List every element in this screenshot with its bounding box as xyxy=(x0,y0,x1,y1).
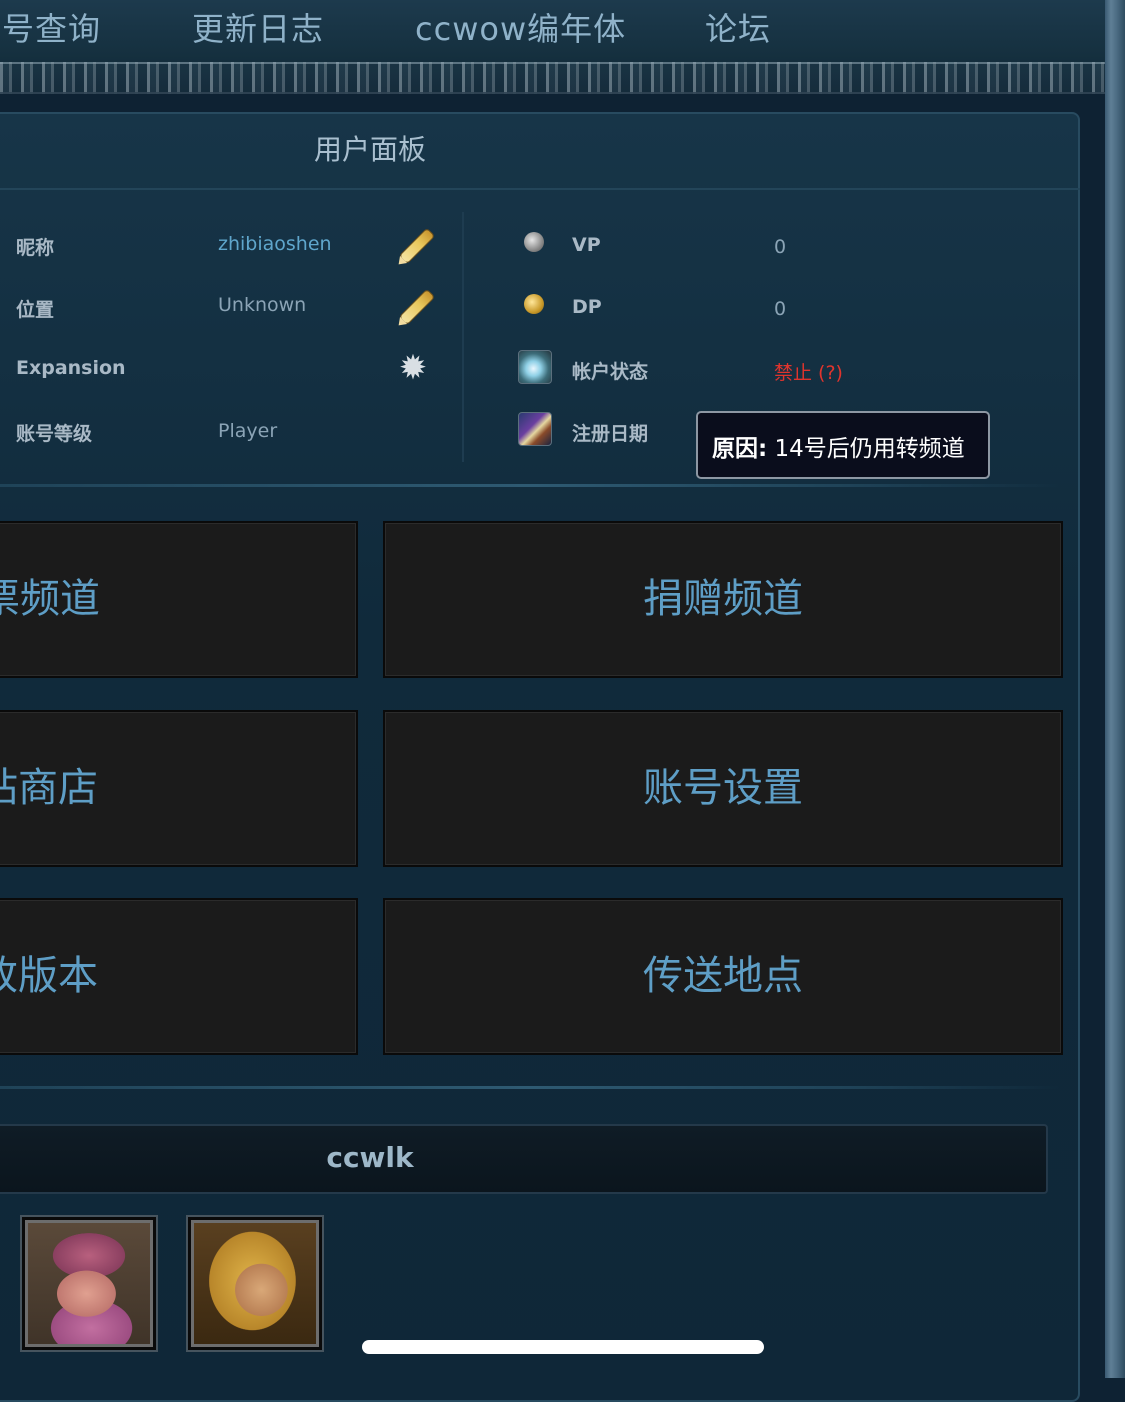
account-status-label: 帐户状态 xyxy=(572,361,649,383)
nav-item-changelog[interactable]: 更新日志 xyxy=(192,4,324,50)
vp-label: VP xyxy=(572,234,601,256)
frost-border xyxy=(0,62,1105,94)
gear-icon[interactable]: ✹ xyxy=(398,351,428,385)
gold-coin-icon xyxy=(524,294,544,314)
nickname-label: 昵称 xyxy=(16,237,55,259)
panel-title: 用户面板 xyxy=(313,133,426,166)
panel-header-divider xyxy=(0,188,1080,190)
silver-coin-icon xyxy=(524,232,544,252)
location-value: Unknown xyxy=(218,294,307,316)
site-shop-button[interactable]: 站商店 xyxy=(0,710,358,867)
vp-value: 0 xyxy=(774,236,787,258)
nickname-value[interactable]: zhibiaoshen xyxy=(218,233,332,255)
register-date-icon xyxy=(518,412,552,446)
dp-label: DP xyxy=(572,296,602,318)
nav-item-chronicle[interactable]: ccwow编年体 xyxy=(415,4,626,50)
vote-channel-label: 票频道 xyxy=(0,576,100,622)
tooltip-text: 14号后仍用转频道 xyxy=(767,436,965,462)
vote-channel-button[interactable]: 票频道 xyxy=(0,521,358,678)
background-edge xyxy=(1105,0,1125,1378)
donate-channel-button[interactable]: 捐赠频道 xyxy=(383,521,1063,678)
nav-item-forum[interactable]: 论坛 xyxy=(705,4,771,50)
site-shop-label: 站商店 xyxy=(0,765,98,811)
account-settings-button[interactable]: 账号设置 xyxy=(383,710,1063,867)
ban-reason-tooltip: 原因: 14号后仍用转频道 xyxy=(696,411,990,479)
dwarf-portrait[interactable] xyxy=(22,1217,156,1350)
location-label: 位置 xyxy=(16,299,55,321)
change-version-button[interactable]: 改版本 xyxy=(0,898,358,1055)
account-status-value[interactable]: 禁止 (?) xyxy=(774,358,843,385)
home-indicator[interactable] xyxy=(362,1340,764,1354)
info-divider xyxy=(462,212,464,462)
tooltip-prefix: 原因: xyxy=(712,436,768,462)
dp-value: 0 xyxy=(774,298,787,320)
account-level-label: 账号等级 xyxy=(16,423,93,445)
register-date-label: 注册日期 xyxy=(572,423,649,445)
section-divider xyxy=(0,1086,1060,1089)
account-status-icon xyxy=(518,350,552,384)
teleport-location-button[interactable]: 传送地点 xyxy=(383,898,1063,1055)
nav-item-account-lookup[interactable]: 号查询 xyxy=(2,4,101,50)
top-navigation: 号查询 更新日志 ccwow编年体 论坛 xyxy=(0,0,1105,94)
realm-name: ccwlk xyxy=(326,1141,414,1174)
account-level-value: Player xyxy=(218,420,278,442)
change-version-label: 改版本 xyxy=(0,953,98,999)
expansion-label: Expansion xyxy=(16,357,126,379)
human-portrait[interactable] xyxy=(188,1217,322,1350)
section-divider xyxy=(0,484,1060,487)
